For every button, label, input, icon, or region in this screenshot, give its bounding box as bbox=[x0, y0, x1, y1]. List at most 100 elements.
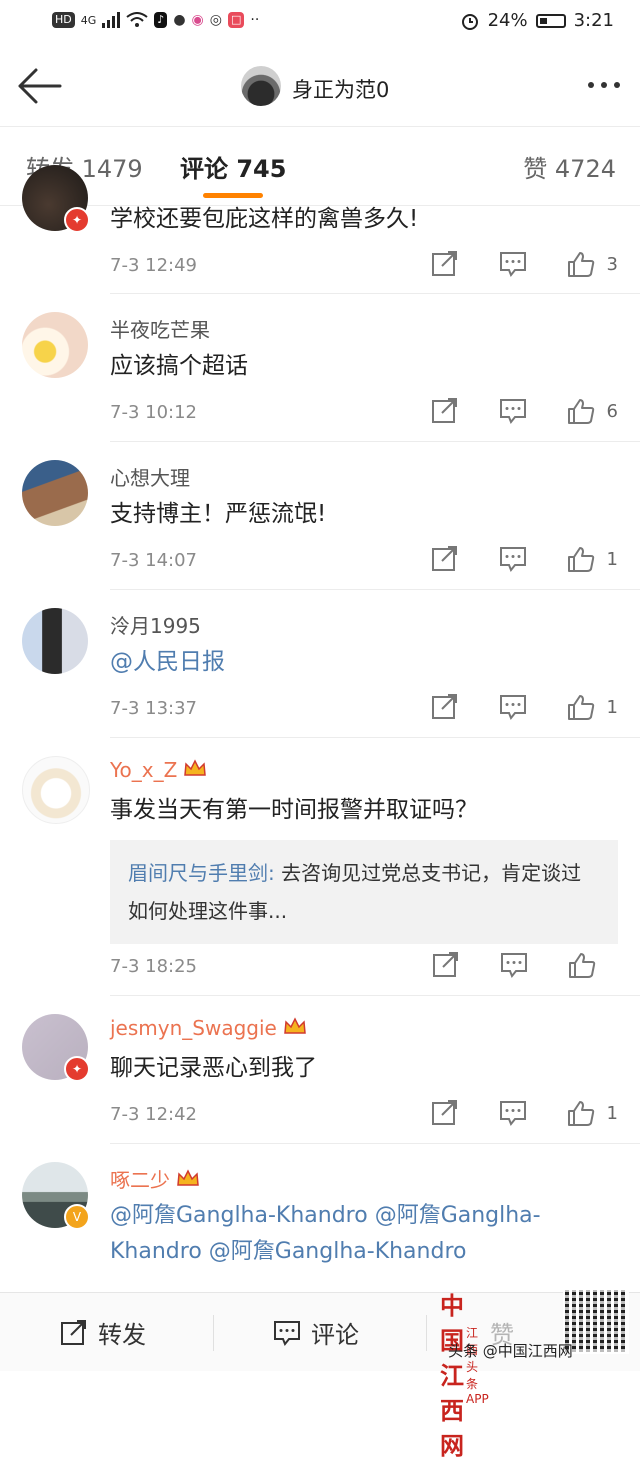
comment-button[interactable]: 评论 bbox=[273, 1315, 359, 1350]
avatar[interactable]: V bbox=[22, 1162, 90, 1230]
back-arrow-icon bbox=[18, 68, 62, 104]
share-icon[interactable] bbox=[431, 694, 459, 720]
comment-text: 支持博主！严惩流氓! bbox=[110, 501, 327, 527]
comment-text[interactable]: @阿詹Ganglha-Khandro @阿詹Ganglha-Khandro @阿… bbox=[110, 1198, 610, 1270]
comment-icon bbox=[274, 1320, 300, 1346]
divider bbox=[110, 441, 640, 442]
comment-actions: 1 bbox=[391, 694, 618, 720]
vip-crown-icon bbox=[177, 1169, 199, 1186]
comment-text: 事发当天有第一时间报警并取证吗？ bbox=[110, 797, 478, 823]
alarm-icon bbox=[461, 13, 478, 30]
header: 身正为范0 bbox=[0, 48, 640, 127]
like-icon[interactable] bbox=[567, 1100, 595, 1126]
qr-code-icon bbox=[563, 1288, 629, 1354]
more-options-button[interactable] bbox=[588, 82, 620, 88]
comment-time: 7-3 10:12 bbox=[110, 402, 197, 423]
reply-icon[interactable] bbox=[499, 694, 527, 720]
divider bbox=[110, 995, 640, 996]
back-button[interactable] bbox=[16, 66, 62, 106]
comment-actions bbox=[392, 952, 618, 978]
comment-time: 7-3 12:49 bbox=[110, 255, 197, 276]
wifi-icon bbox=[126, 12, 148, 27]
header-avatar[interactable] bbox=[241, 66, 281, 106]
comment-actions: 3 bbox=[391, 251, 618, 277]
comment-author[interactable]: 啄二少 bbox=[110, 1164, 200, 1193]
comment-author[interactable]: 泠月1995 bbox=[110, 610, 201, 639]
app-icon: ◉ bbox=[191, 12, 204, 28]
like-icon[interactable] bbox=[567, 694, 595, 720]
avatar[interactable] bbox=[22, 312, 88, 378]
tab-bar: 转发 1479 评论 745 赞 4724 bbox=[0, 127, 640, 206]
wechat-icon: ● bbox=[173, 12, 186, 28]
share-icon[interactable] bbox=[431, 398, 459, 424]
like-icon[interactable] bbox=[567, 398, 595, 424]
avatar[interactable]: ✦ bbox=[22, 1014, 90, 1082]
tab-likes[interactable]: 赞 4724 bbox=[523, 149, 616, 184]
battery-percent: 24% bbox=[487, 10, 528, 31]
comment-label: 评论 bbox=[311, 1321, 359, 1349]
active-tab-indicator bbox=[203, 193, 263, 198]
like-icon[interactable] bbox=[567, 251, 595, 277]
comment-time: 7-3 12:42 bbox=[110, 1104, 197, 1125]
verified-v-icon: V bbox=[64, 1204, 90, 1230]
like-count: 1 bbox=[606, 696, 618, 718]
verified-badge-icon: ✦ bbox=[64, 207, 90, 233]
battery-icon bbox=[535, 13, 566, 28]
status-bar: HD 4G ♪ ● ◉ ◎ □ ·· 24% 3:21 bbox=[0, 0, 640, 48]
status-right: 24% 3:21 bbox=[460, 10, 614, 31]
like-icon[interactable] bbox=[567, 546, 595, 572]
reply-icon[interactable] bbox=[499, 546, 527, 572]
separator bbox=[426, 1315, 427, 1351]
like-count: 1 bbox=[606, 1102, 618, 1124]
page-title: 身正为范0 bbox=[292, 78, 390, 102]
clock: 3:21 bbox=[573, 10, 614, 31]
divider bbox=[110, 293, 640, 294]
watermark-caption: 头条 @中国江西网 bbox=[448, 1342, 573, 1360]
comment-author[interactable]: Yo_x_Z bbox=[110, 758, 207, 782]
network-indicator: 4G bbox=[80, 13, 97, 27]
reply-icon[interactable] bbox=[499, 251, 527, 277]
avatar[interactable]: ✦ bbox=[22, 165, 90, 233]
comment-author[interactable]: 心想大理 bbox=[110, 462, 190, 491]
comment-text: 应该搞个超话 bbox=[110, 353, 248, 379]
more-notifications-icon: ·· bbox=[250, 12, 260, 28]
share-icon[interactable] bbox=[431, 251, 459, 277]
divider bbox=[110, 1143, 640, 1144]
comment-time: 7-3 14:07 bbox=[110, 550, 197, 571]
reply-preview[interactable]: 眉间尺与手里剑: 去咨询见过党总支书记，肯定谈过如何处理这件事... bbox=[110, 840, 618, 944]
share-icon[interactable] bbox=[432, 952, 460, 978]
status-left: HD 4G ♪ ● ◉ ◎ □ ·· bbox=[52, 12, 259, 28]
avatar[interactable] bbox=[22, 460, 88, 526]
separator bbox=[213, 1315, 214, 1351]
repost-label: 转发 bbox=[98, 1321, 146, 1349]
avatar[interactable] bbox=[22, 608, 88, 674]
comment-text: 学校还要包庇这样的禽兽多久! bbox=[110, 206, 419, 232]
reply-author[interactable]: 眉间尺与手里剑: bbox=[128, 861, 275, 885]
comment-text: 聊天记录恶心到我了 bbox=[110, 1055, 317, 1081]
divider bbox=[110, 589, 640, 590]
like-count: 1 bbox=[606, 548, 618, 570]
like-count: 3 bbox=[606, 253, 618, 275]
comment-author[interactable]: 半夜吃芒果 bbox=[110, 314, 210, 343]
share-icon[interactable] bbox=[431, 546, 459, 572]
watermark-subtitle: 江西头条APP bbox=[466, 1326, 489, 1406]
comment-actions: 6 bbox=[391, 398, 618, 424]
vip-crown-icon bbox=[184, 759, 207, 776]
share-icon[interactable] bbox=[431, 1100, 459, 1126]
reply-icon[interactable] bbox=[499, 398, 527, 424]
comment-time: 7-3 18:25 bbox=[110, 956, 197, 977]
avatar[interactable] bbox=[22, 756, 90, 824]
repost-button[interactable]: 转发 bbox=[60, 1315, 146, 1350]
weibo-icon: ◎ bbox=[209, 12, 222, 28]
watermark-logo: 中国江西网 bbox=[440, 1291, 464, 1460]
share-icon bbox=[61, 1319, 86, 1345]
comment-author[interactable]: jesmyn_Swaggie bbox=[110, 1016, 307, 1040]
reply-icon[interactable] bbox=[499, 1100, 527, 1126]
vip-crown-icon bbox=[284, 1017, 306, 1034]
reply-icon[interactable] bbox=[500, 952, 528, 978]
divider bbox=[110, 737, 640, 738]
tab-comments[interactable]: 评论 745 bbox=[180, 149, 286, 184]
comment-text[interactable]: @人民日报 bbox=[110, 644, 620, 680]
like-icon[interactable] bbox=[568, 952, 596, 978]
tiktok-icon: ♪ bbox=[154, 12, 168, 28]
